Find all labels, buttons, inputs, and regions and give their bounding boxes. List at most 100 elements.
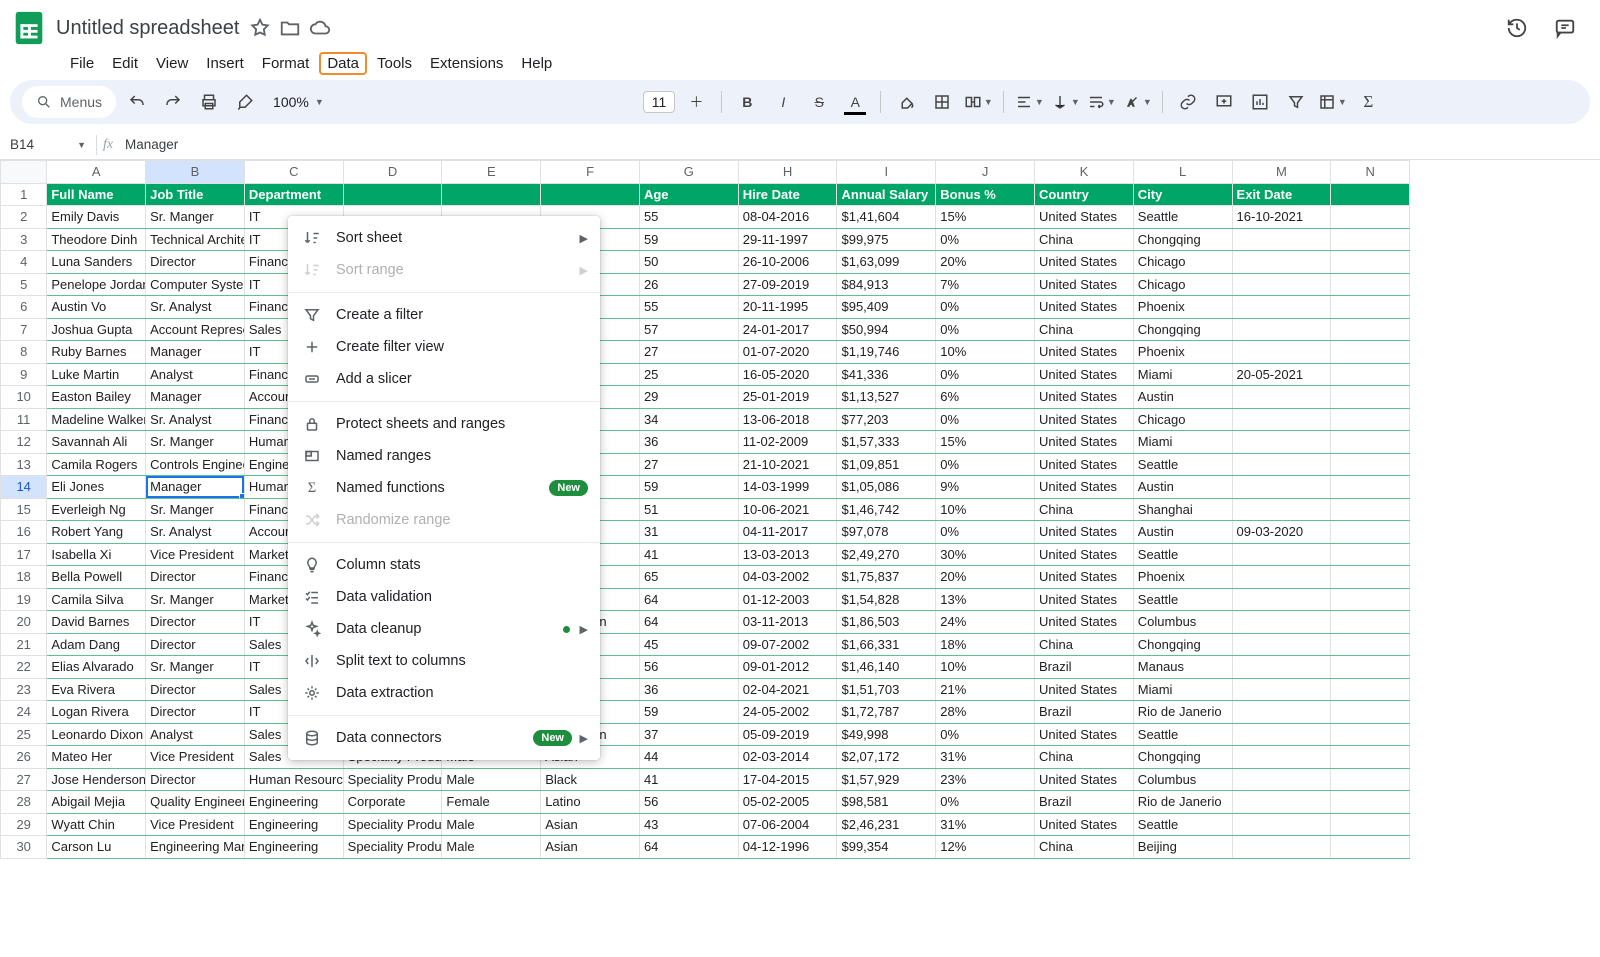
- cell-I5[interactable]: $84,913: [837, 273, 936, 296]
- cell-I29[interactable]: $2,46,231: [837, 813, 936, 836]
- cell-M25[interactable]: [1232, 723, 1331, 746]
- column-header-D[interactable]: D: [343, 161, 442, 184]
- cell-K21[interactable]: China: [1035, 633, 1134, 656]
- cell-K26[interactable]: China: [1035, 746, 1134, 769]
- cell-N2[interactable]: [1331, 206, 1410, 229]
- cell-N19[interactable]: [1331, 588, 1410, 611]
- row-header[interactable]: 16: [1, 521, 47, 544]
- column-header-N[interactable]: N: [1331, 161, 1410, 184]
- cell-G24[interactable]: 59: [639, 701, 738, 724]
- cell-K22[interactable]: Brazil: [1035, 656, 1134, 679]
- cell-H5[interactable]: 27-09-2019: [738, 273, 837, 296]
- cell-G23[interactable]: 36: [639, 678, 738, 701]
- header-cell[interactable]: Hire Date: [738, 183, 837, 206]
- cell-K3[interactable]: China: [1035, 228, 1134, 251]
- cell-K2[interactable]: United States: [1035, 206, 1134, 229]
- cell-A14[interactable]: Eli Jones: [47, 476, 146, 499]
- cell-A6[interactable]: Austin Vo: [47, 296, 146, 319]
- cell-B4[interactable]: Director: [146, 251, 245, 274]
- cell-J24[interactable]: 28%: [936, 701, 1035, 724]
- cell-J9[interactable]: 0%: [936, 363, 1035, 386]
- cell-F27[interactable]: Black: [541, 768, 640, 791]
- cell-G5[interactable]: 26: [639, 273, 738, 296]
- cell-A29[interactable]: Wyatt Chin: [47, 813, 146, 836]
- spreadsheet-grid[interactable]: ABCDEFGHIJKLMN1Full NameJob TitleDepartm…: [0, 160, 1600, 957]
- cell-L22[interactable]: Manaus: [1133, 656, 1232, 679]
- column-header-C[interactable]: C: [244, 161, 343, 184]
- cell-G15[interactable]: 51: [639, 498, 738, 521]
- cell-G27[interactable]: 41: [639, 768, 738, 791]
- cell-J20[interactable]: 24%: [936, 611, 1035, 634]
- cell-H24[interactable]: 24-05-2002: [738, 701, 837, 724]
- cell-H23[interactable]: 02-04-2021: [738, 678, 837, 701]
- cell-J14[interactable]: 9%: [936, 476, 1035, 499]
- cell-A3[interactable]: Theodore Dinh: [47, 228, 146, 251]
- column-header-E[interactable]: E: [442, 161, 541, 184]
- cell-H12[interactable]: 11-02-2009: [738, 431, 837, 454]
- menu-help[interactable]: Help: [513, 52, 560, 75]
- cell-I27[interactable]: $1,57,929: [837, 768, 936, 791]
- menu-protect[interactable]: Protect sheets and ranges: [288, 408, 600, 440]
- cell-L18[interactable]: Phoenix: [1133, 566, 1232, 589]
- cell-H16[interactable]: 04-11-2017: [738, 521, 837, 544]
- row-header[interactable]: 17: [1, 543, 47, 566]
- row-header[interactable]: 29: [1, 813, 47, 836]
- cell-B20[interactable]: Director: [146, 611, 245, 634]
- redo-button[interactable]: [158, 87, 188, 117]
- cell-J2[interactable]: 15%: [936, 206, 1035, 229]
- cell-K20[interactable]: United States: [1035, 611, 1134, 634]
- cell-G20[interactable]: 64: [639, 611, 738, 634]
- cell-A21[interactable]: Adam Dang: [47, 633, 146, 656]
- header-cell[interactable]: Bonus %: [936, 183, 1035, 206]
- cell-J17[interactable]: 30%: [936, 543, 1035, 566]
- cell-K29[interactable]: United States: [1035, 813, 1134, 836]
- menu-data-cleanup[interactable]: Data cleanup▶: [288, 613, 600, 645]
- header-cell[interactable]: [442, 183, 541, 206]
- cell-L7[interactable]: Chongqing: [1133, 318, 1232, 341]
- history-icon[interactable]: [1506, 17, 1528, 39]
- cell-B15[interactable]: Sr. Manger: [146, 498, 245, 521]
- cell-A4[interactable]: Luna Sanders: [47, 251, 146, 274]
- cell-A28[interactable]: Abigail Mejia: [47, 791, 146, 814]
- cell-A25[interactable]: Leonardo Dixon: [47, 723, 146, 746]
- row-header[interactable]: 15: [1, 498, 47, 521]
- cell-N8[interactable]: [1331, 341, 1410, 364]
- fill-color-button[interactable]: [891, 87, 921, 117]
- cell-L3[interactable]: Chongqing: [1133, 228, 1232, 251]
- cell-L5[interactable]: Chicago: [1133, 273, 1232, 296]
- row-header[interactable]: 7: [1, 318, 47, 341]
- menu-data-validation[interactable]: Data validation: [288, 581, 600, 613]
- cell-N21[interactable]: [1331, 633, 1410, 656]
- cell-K5[interactable]: United States: [1035, 273, 1134, 296]
- cell-E27[interactable]: Male: [442, 768, 541, 791]
- cell-H21[interactable]: 09-07-2002: [738, 633, 837, 656]
- cell-H14[interactable]: 14-03-1999: [738, 476, 837, 499]
- cell-M24[interactable]: [1232, 701, 1331, 724]
- cell-G3[interactable]: 59: [639, 228, 738, 251]
- cell-K12[interactable]: United States: [1035, 431, 1134, 454]
- cell-B11[interactable]: Sr. Analyst: [146, 408, 245, 431]
- column-header-B[interactable]: B: [146, 161, 245, 184]
- cell-N4[interactable]: [1331, 251, 1410, 274]
- cell-K10[interactable]: United States: [1035, 386, 1134, 409]
- cell-N26[interactable]: [1331, 746, 1410, 769]
- cell-B3[interactable]: Technical Archite: [146, 228, 245, 251]
- cell-B5[interactable]: Computer System: [146, 273, 245, 296]
- cell-H17[interactable]: 13-03-2013: [738, 543, 837, 566]
- cell-M15[interactable]: [1232, 498, 1331, 521]
- cell-L8[interactable]: Phoenix: [1133, 341, 1232, 364]
- menu-column-stats[interactable]: Column stats: [288, 549, 600, 581]
- comment-icon[interactable]: [1554, 17, 1576, 39]
- cell-B18[interactable]: Director: [146, 566, 245, 589]
- cell-G8[interactable]: 27: [639, 341, 738, 364]
- row-header[interactable]: 19: [1, 588, 47, 611]
- column-header-H[interactable]: H: [738, 161, 837, 184]
- cell-N27[interactable]: [1331, 768, 1410, 791]
- undo-button[interactable]: [122, 87, 152, 117]
- cell-H28[interactable]: 05-02-2005: [738, 791, 837, 814]
- cell-K25[interactable]: United States: [1035, 723, 1134, 746]
- cell-G13[interactable]: 27: [639, 453, 738, 476]
- cell-A5[interactable]: Penelope Jordan: [47, 273, 146, 296]
- row-header[interactable]: 21: [1, 633, 47, 656]
- cell-J16[interactable]: 0%: [936, 521, 1035, 544]
